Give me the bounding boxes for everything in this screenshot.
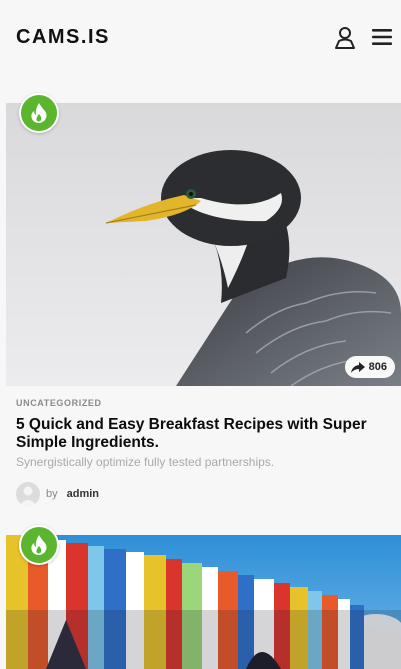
bird-photo [6,103,401,386]
post-category[interactable]: UNCATEGORIZED [16,398,391,408]
by-label: by [46,488,58,500]
colorful-building-photo [6,535,401,669]
post-title[interactable]: 5 Quick and Easy Breakfast Recipes with … [16,416,391,452]
post-card[interactable]: 806 UNCATEGORIZED 5 Quick and Easy Break… [6,93,401,506]
user-icon [335,27,355,49]
site-logo[interactable]: CAMS.IS [16,26,110,49]
share-count-badge[interactable]: 806 [344,356,395,378]
post-card[interactable] [6,525,401,669]
trending-badge[interactable] [19,525,59,565]
trending-badge[interactable] [19,93,59,133]
post-meta: UNCATEGORIZED 5 Quick and Easy Breakfast… [6,386,401,506]
user-account-button[interactable] [334,26,356,50]
avatar[interactable] [16,482,40,506]
post-thumbnail[interactable]: 806 [6,103,401,386]
fire-icon [31,103,47,123]
avatar-placeholder-icon [19,486,37,506]
post-thumbnail[interactable] [6,535,401,669]
share-count: 806 [368,361,387,373]
menu-button[interactable] [371,27,393,47]
share-arrow-icon [350,361,365,373]
author-row: by admin [16,482,391,506]
fire-icon [31,535,47,555]
site-header: CAMS.IS [0,0,401,78]
post-excerpt: Synergistically optimize fully tested pa… [16,455,275,469]
author-name[interactable]: admin [67,488,99,500]
hamburger-menu-icon [372,29,392,45]
